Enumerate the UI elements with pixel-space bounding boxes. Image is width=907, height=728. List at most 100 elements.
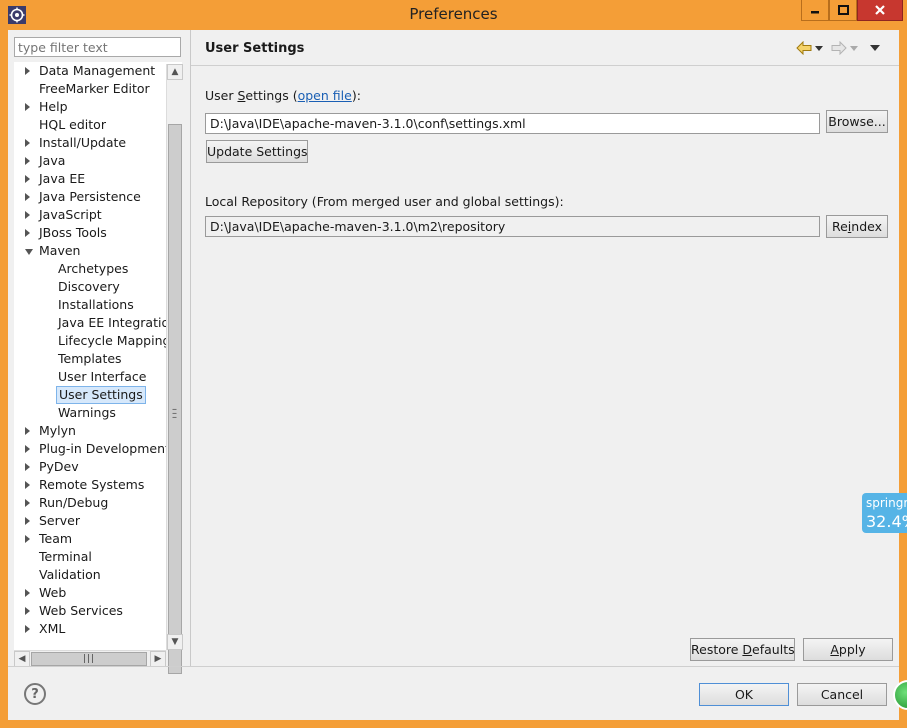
tree-item[interactable]: Server: [14, 512, 166, 530]
scroll-thumb[interactable]: – – –: [168, 124, 182, 674]
collapsed-triangle-icon[interactable]: [25, 589, 30, 597]
tree-item-label: Help: [39, 99, 68, 114]
tree-item[interactable]: Java Persistence: [14, 188, 166, 206]
maximize-button[interactable]: [829, 0, 857, 21]
tree-item[interactable]: Installations: [14, 296, 166, 314]
tree-item[interactable]: Discovery: [14, 278, 166, 296]
forward-menu-chevron-icon[interactable]: [850, 46, 858, 51]
tree-item[interactable]: Java EE: [14, 170, 166, 188]
tree-item-label: XML: [39, 621, 66, 636]
title-bar[interactable]: Preferences: [0, 0, 907, 30]
tree-item[interactable]: Templates: [14, 350, 166, 368]
tree-item[interactable]: PyDev: [14, 458, 166, 476]
back-menu-chevron-icon[interactable]: [815, 46, 823, 51]
tree-item-label: Templates: [58, 351, 122, 366]
collapsed-triangle-icon[interactable]: [25, 607, 30, 615]
history-navigation: [796, 39, 892, 57]
collapsed-triangle-icon[interactable]: [25, 193, 30, 201]
collapsed-triangle-icon[interactable]: [25, 481, 30, 489]
close-button[interactable]: [857, 0, 903, 21]
filter-input[interactable]: [14, 37, 181, 57]
view-menu-icon[interactable]: [870, 45, 880, 51]
tree-item[interactable]: HQL editor: [14, 116, 166, 134]
tree-item[interactable]: Run/Debug: [14, 494, 166, 512]
local-repository-path-field[interactable]: D:\Java\IDE\apache-maven-3.1.0\m2\reposi…: [205, 216, 820, 237]
tree-item[interactable]: Install/Update: [14, 134, 166, 152]
collapsed-triangle-icon[interactable]: [25, 625, 30, 633]
tree-item[interactable]: Java: [14, 152, 166, 170]
help-icon[interactable]: ?: [24, 683, 46, 705]
browse-button[interactable]: Browse...: [826, 110, 888, 133]
apply-button[interactable]: Apply: [803, 638, 893, 661]
collapsed-triangle-icon[interactable]: [25, 463, 30, 471]
tree-item-label: Data Management: [39, 63, 156, 78]
minimize-button[interactable]: [801, 0, 829, 21]
tree-item[interactable]: Plug-in Development: [14, 440, 170, 458]
close-icon: [875, 5, 885, 15]
tree-vertical-scrollbar[interactable]: ▲ – – – ▼: [166, 64, 183, 674]
tree-item[interactable]: Web: [14, 584, 166, 602]
tree-item-label: Warnings: [58, 405, 116, 420]
tree-item[interactable]: JBoss Tools: [14, 224, 166, 242]
collapsed-triangle-icon[interactable]: [25, 445, 30, 453]
tree-item[interactable]: Remote Systems: [14, 476, 166, 494]
restore-defaults-button[interactable]: Restore Defaults: [690, 638, 795, 661]
collapsed-triangle-icon[interactable]: [25, 517, 30, 525]
tree-item[interactable]: User Interface: [14, 368, 166, 386]
tree-item-label: Web Services: [39, 603, 123, 618]
collapsed-triangle-icon[interactable]: [25, 229, 30, 237]
preferences-window: Preferences Data Management FreeMarker Ed…: [0, 0, 907, 728]
tree-item[interactable]: Validation: [14, 566, 166, 584]
scroll-up-button[interactable]: ▲: [167, 64, 183, 80]
dialog-body: Data Management FreeMarker Editor Help HQL …: [8, 30, 899, 720]
collapsed-triangle-icon[interactable]: [25, 103, 30, 111]
tree-horizontal-scrollbar[interactable]: ◀ ||| ▶: [14, 650, 166, 667]
tree-item-label: Archetypes: [58, 261, 129, 276]
tree-item[interactable]: Help: [14, 98, 166, 116]
collapsed-triangle-icon[interactable]: [25, 211, 30, 219]
user-settings-path-field[interactable]: D:\Java\IDE\apache-maven-3.1.0\conf\sett…: [205, 113, 820, 134]
collapsed-triangle-icon[interactable]: [25, 175, 30, 183]
tree-item[interactable]: Java EE Integration: [14, 314, 177, 332]
tree-item[interactable]: Team: [14, 530, 166, 548]
ok-button[interactable]: OK: [699, 683, 789, 706]
cancel-button[interactable]: Cancel: [797, 683, 887, 706]
update-settings-button[interactable]: Update Settings: [206, 140, 308, 163]
tree-item[interactable]: XML: [14, 620, 166, 638]
grip-icon: |||: [82, 654, 96, 664]
collapsed-triangle-icon[interactable]: [25, 499, 30, 507]
tree-item-label: JBoss Tools: [39, 225, 107, 240]
tree-item[interactable]: Lifecycle Mappings: [14, 332, 177, 350]
tree-item[interactable]: Maven: [14, 242, 166, 260]
tree-item-label: Java EE Integration: [58, 315, 178, 330]
panel-divider[interactable]: [190, 30, 191, 666]
tree-item[interactable]: Warnings: [14, 404, 166, 422]
scroll-left-button[interactable]: ◀: [14, 651, 30, 667]
forward-arrow-icon[interactable]: [831, 41, 847, 55]
scroll-right-button[interactable]: ▶: [150, 651, 166, 667]
back-arrow-icon[interactable]: [796, 41, 812, 55]
collapsed-triangle-icon[interactable]: [25, 427, 30, 435]
expanded-triangle-icon[interactable]: [25, 249, 33, 255]
tree-item[interactable]: Web Services: [14, 602, 166, 620]
tree-item[interactable]: Terminal: [14, 548, 166, 566]
scroll-down-button[interactable]: ▼: [167, 634, 183, 650]
tree-item[interactable]: JavaScript: [14, 206, 166, 224]
tree-item-label: User Settings: [56, 386, 146, 404]
reindex-button[interactable]: Reindex: [826, 215, 888, 238]
collapsed-triangle-icon[interactable]: [25, 535, 30, 543]
floating-monitor-widget[interactable]: springr 32.4%: [862, 493, 907, 533]
tree-item[interactable]: Mylyn: [14, 422, 166, 440]
tree-item[interactable]: FreeMarker Editor: [14, 80, 166, 98]
monitor-label: springr: [866, 496, 907, 510]
tree-item-selected[interactable]: User Settings: [14, 386, 166, 404]
tree-item[interactable]: Archetypes: [14, 260, 166, 278]
collapsed-triangle-icon[interactable]: [25, 157, 30, 165]
collapsed-triangle-icon[interactable]: [25, 67, 30, 75]
horizontal-scroll-thumb[interactable]: |||: [31, 652, 147, 666]
collapsed-triangle-icon[interactable]: [25, 139, 30, 147]
tree-item[interactable]: Data Management: [14, 62, 166, 80]
open-file-link[interactable]: open file: [298, 88, 352, 103]
tree-item-label: PyDev: [39, 459, 79, 474]
tree-item-label: Server: [39, 513, 80, 528]
